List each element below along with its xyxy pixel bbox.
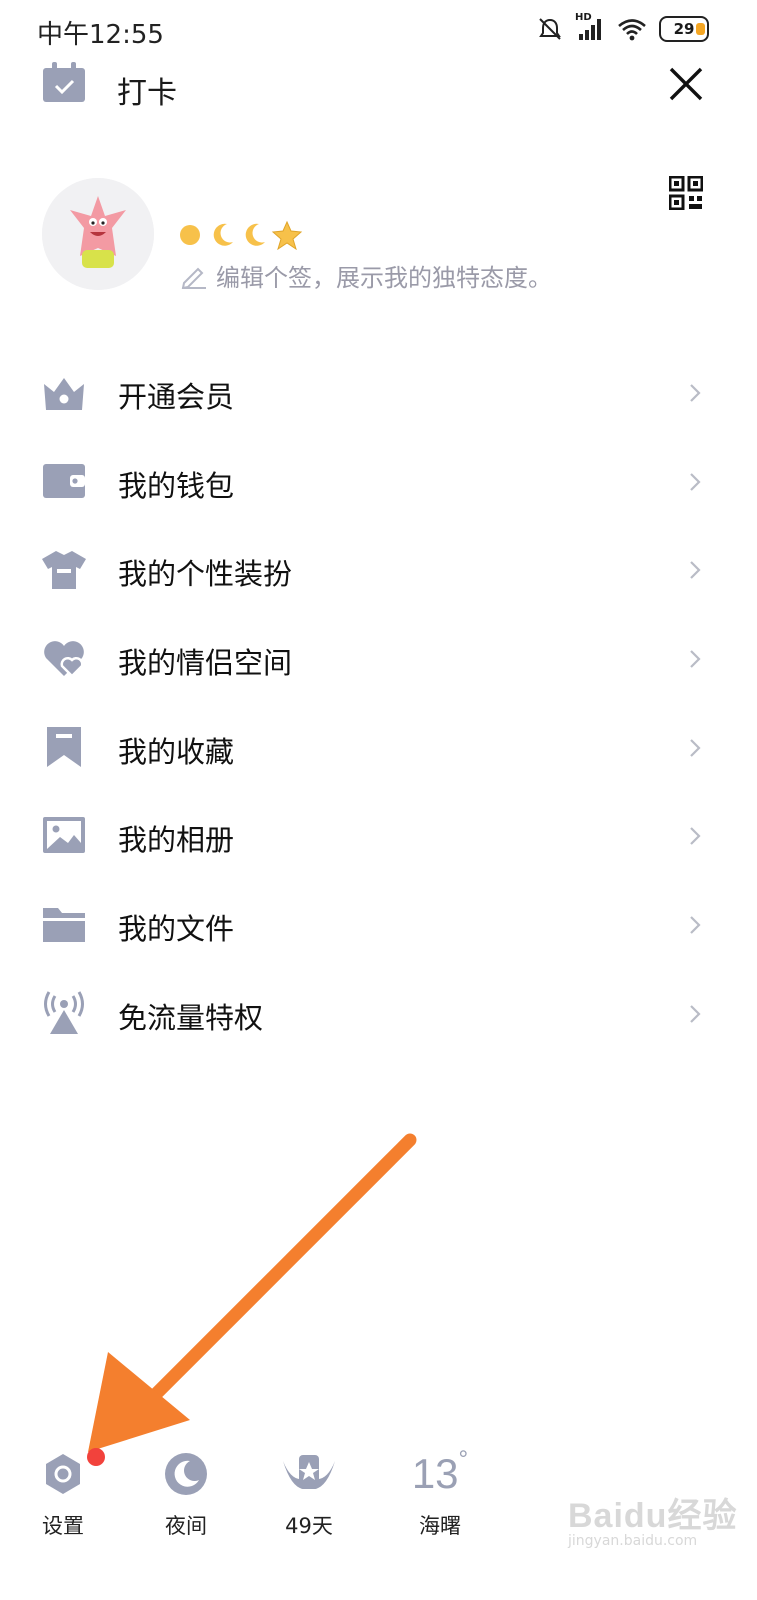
moon-icon <box>245 223 265 246</box>
menu-item-favorites[interactable]: 我的收藏 <box>0 703 757 792</box>
notification-dot <box>87 1448 105 1466</box>
chevron-right-icon <box>690 916 701 934</box>
menu-item-files[interactable]: 我的文件 <box>0 880 757 969</box>
menu-list: 开通会员 我的钱包 我的个性装扮 我的情侣空间 我的收藏 我的相册 我的文件 免… <box>0 348 757 1058</box>
watermark-brand: Baidu经验 <box>568 1497 738 1535</box>
menu-item-label: 我的个性装扮 <box>118 557 293 592</box>
shirt-icon <box>42 551 86 590</box>
signal-icon: HD <box>575 12 605 42</box>
chevron-right-icon <box>690 1005 701 1023</box>
moon-icon <box>165 1453 207 1495</box>
menu-item-couple-space[interactable]: 我的情侣空间 <box>0 614 757 703</box>
menu-item-vip[interactable]: 开通会员 <box>0 348 757 437</box>
battery-indicator: 29 <box>659 16 709 42</box>
close-icon[interactable] <box>666 64 706 104</box>
days-button[interactable]: 49天 <box>261 1440 357 1540</box>
chevron-right-icon <box>690 561 701 580</box>
chevron-right-icon <box>690 472 701 491</box>
temperature-value: 13° <box>411 1446 469 1497</box>
sun-icon <box>180 225 200 245</box>
night-mode-button[interactable]: 夜间 <box>138 1440 234 1540</box>
profile-section: 编辑个签，展示我的独特态度。 <box>0 170 757 300</box>
calendar-check-icon[interactable] <box>42 60 86 104</box>
checkin-label[interactable]: 打卡 <box>117 68 177 112</box>
days-label: 49天 <box>285 1514 333 1538</box>
gear-icon <box>46 1454 80 1494</box>
photo-icon <box>43 817 85 854</box>
menu-item-label: 开通会员 <box>118 380 235 414</box>
chevron-right-icon <box>690 827 701 846</box>
menu-item-label: 免流量特权 <box>118 1000 264 1035</box>
menu-item-label: 我的钱包 <box>118 468 235 503</box>
signature-placeholder: 编辑个签，展示我的独特态度。 <box>216 264 552 292</box>
hearts-icon <box>44 641 84 678</box>
antenna-icon <box>44 991 84 1034</box>
chevron-right-icon <box>690 738 701 757</box>
weather-location: 海曙 <box>419 1514 461 1538</box>
wings-badge-icon <box>283 1455 335 1489</box>
chevron-right-icon <box>690 650 701 668</box>
settings-label: 设置 <box>42 1514 84 1538</box>
chevron-right-icon <box>690 384 701 402</box>
moon-icon <box>213 223 233 246</box>
nickname-decoration <box>175 220 303 250</box>
menu-item-free-data[interactable]: 免流量特权 <box>0 969 757 1058</box>
mute-alarm-icon <box>539 18 561 40</box>
menu-item-label: 我的文件 <box>118 912 235 947</box>
avatar[interactable] <box>42 178 154 290</box>
star-icon <box>271 220 303 250</box>
qr-code-icon[interactable] <box>669 176 703 210</box>
wifi-icon <box>618 19 646 41</box>
watermark: Baidu经验 jingyan.baidu.com <box>568 1488 738 1568</box>
signature-field[interactable]: 编辑个签，展示我的独特态度。 <box>180 258 552 293</box>
battery-level <box>696 23 705 35</box>
battery-percent: 29 <box>673 20 695 38</box>
menu-item-label: 我的相册 <box>118 823 235 858</box>
status-time: 中午12:55 <box>37 20 164 50</box>
top-bar: 打卡 <box>0 60 757 112</box>
folder-icon <box>43 908 85 943</box>
menu-item-album[interactable]: 我的相册 <box>0 791 757 880</box>
crown-icon <box>44 378 84 410</box>
wallet-icon <box>43 463 85 498</box>
bookmark-icon <box>47 726 81 767</box>
weather-widget[interactable]: 13° 海曙 <box>392 1440 488 1540</box>
menu-item-label: 我的收藏 <box>118 734 235 769</box>
avatar-image <box>42 178 154 290</box>
menu-item-label: 我的情侣空间 <box>118 646 293 681</box>
night-label: 夜间 <box>165 1514 207 1538</box>
settings-button[interactable]: 设置 <box>15 1440 111 1540</box>
pencil-icon <box>181 267 206 289</box>
menu-item-dressup[interactable]: 我的个性装扮 <box>0 525 757 614</box>
menu-item-wallet[interactable]: 我的钱包 <box>0 437 757 526</box>
status-bar: 中午12:55 HD 29 <box>0 0 757 64</box>
status-icons: HD 29 <box>537 12 709 42</box>
